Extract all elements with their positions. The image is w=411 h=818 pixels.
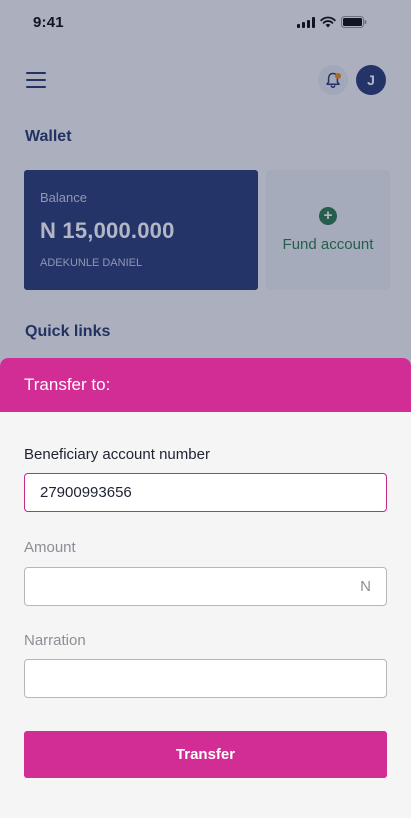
narration-label: Narration [24,632,86,649]
amount-field[interactable]: N [24,567,387,606]
amount-input[interactable] [40,578,353,595]
transfer-button[interactable]: Transfer [24,731,387,778]
currency-suffix: N [360,578,371,595]
beneficiary-input[interactable] [40,484,371,501]
beneficiary-label: Beneficiary account number [24,446,210,463]
narration-input[interactable] [40,670,371,687]
sheet-title: Transfer to: [0,358,411,412]
amount-label: Amount [24,539,76,556]
narration-field[interactable] [24,659,387,698]
beneficiary-field[interactable] [24,473,387,512]
transfer-sheet: Transfer to: Beneficiary account number … [0,358,411,818]
